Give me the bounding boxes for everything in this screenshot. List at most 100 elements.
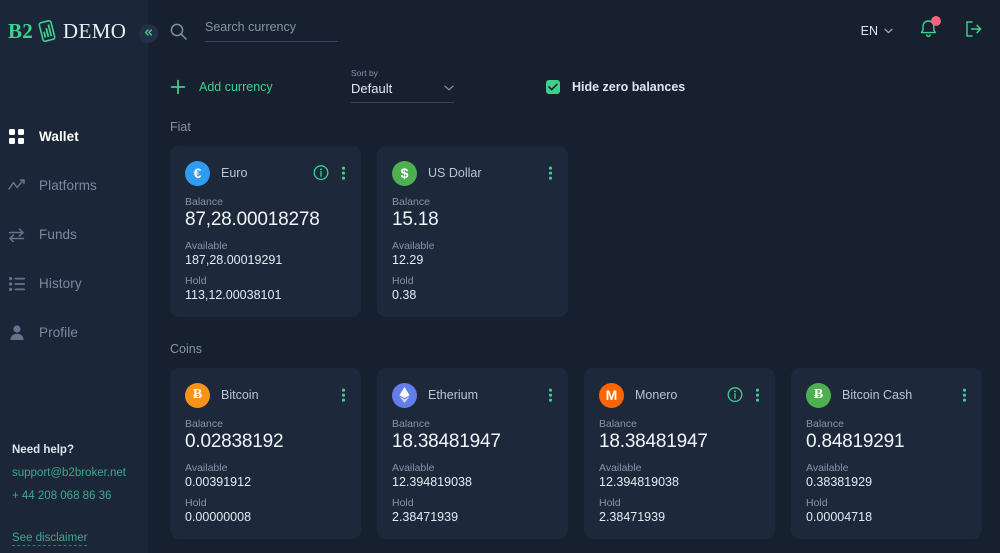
- card-menu-button[interactable]: [753, 387, 762, 404]
- balance-label: Balance: [806, 418, 844, 430]
- sort-by-select[interactable]: Default: [351, 81, 454, 103]
- card-menu-button[interactable]: [339, 387, 348, 404]
- bitcoin-badge-icon: Ƀ: [185, 382, 210, 408]
- language-selector[interactable]: EN: [861, 24, 893, 38]
- available-label: Available: [599, 462, 642, 474]
- balance-label: Balance: [392, 418, 430, 430]
- balance-value: 0.84819291: [806, 431, 905, 452]
- sidebar-item-history[interactable]: History: [0, 259, 148, 308]
- card-menu-button[interactable]: [960, 387, 969, 404]
- hold-label: Hold: [806, 497, 828, 509]
- card-header: Ƀ Bitcoin: [185, 382, 346, 408]
- sidebar-item-wallet[interactable]: Wallet: [0, 112, 148, 161]
- sidebar-item-platforms[interactable]: Platforms: [0, 161, 148, 210]
- balance-value: 15.18: [392, 209, 439, 230]
- hold-label: Hold: [185, 275, 207, 287]
- currency-card-etherium[interactable]: Etherium Balance 18.38481947 Available 1…: [377, 368, 568, 539]
- logout-icon: [964, 19, 984, 44]
- available-value: 0.00391912: [185, 475, 252, 489]
- main-content: EN: [148, 0, 1000, 553]
- add-currency-button[interactable]: Add currency: [170, 79, 273, 95]
- info-icon[interactable]: [727, 387, 743, 403]
- hide-zero-balances-toggle[interactable]: Hide zero balances: [546, 62, 685, 112]
- trend-icon: [8, 177, 25, 194]
- support-email-link[interactable]: support@b2broker.net: [12, 467, 148, 479]
- sidebar-item-label: History: [39, 276, 82, 291]
- available-label: Available: [806, 462, 849, 474]
- help-title: Need help?: [12, 444, 74, 456]
- list-icon: [8, 275, 25, 292]
- us-dollar-badge-icon: $: [392, 160, 417, 186]
- etherium-badge-icon: [392, 382, 417, 408]
- card-menu-button[interactable]: [546, 165, 555, 182]
- available-value: 12.394819038: [599, 475, 679, 489]
- wallet-app: B2 DEMO Wallet Platforms Funds History P…: [0, 0, 1000, 553]
- available-value: 0.38381929: [806, 475, 873, 489]
- sort-by-value: Default: [351, 81, 393, 96]
- info-icon[interactable]: [313, 165, 329, 181]
- search-input[interactable]: [205, 20, 338, 42]
- chevron-down-icon: [444, 83, 454, 94]
- search-box: [170, 20, 338, 42]
- add-currency-label: Add currency: [199, 80, 273, 94]
- sort-by-label: Sort by: [351, 68, 378, 78]
- available-label: Available: [185, 240, 228, 252]
- logout-button[interactable]: [964, 19, 984, 44]
- balance-value: 18.38481947: [599, 431, 708, 452]
- hold-value: 0.00004718: [806, 510, 873, 524]
- hide-zero-label: Hide zero balances: [572, 80, 686, 94]
- currency-name: Monero: [635, 388, 678, 402]
- card-actions: [727, 387, 762, 404]
- available-value: 12.29: [392, 253, 424, 267]
- see-disclaimer-link[interactable]: See disclaimer: [12, 532, 88, 546]
- card-actions: [546, 165, 555, 182]
- currency-card-euro[interactable]: € Euro Balance 87,28.00018278 Available …: [170, 146, 361, 317]
- brand-logo[interactable]: B2 DEMO: [0, 0, 148, 62]
- hold-label: Hold: [392, 275, 414, 287]
- card-menu-button[interactable]: [546, 387, 555, 404]
- balance-value: 18.38481947: [392, 431, 501, 452]
- hide-zero-checkbox[interactable]: [546, 80, 560, 94]
- hold-label: Hold: [185, 497, 207, 509]
- currency-card-monero[interactable]: M Monero Balance 18.38481947 Available 1…: [584, 368, 775, 539]
- hold-value: 2.38471939: [599, 510, 666, 524]
- card-menu-button[interactable]: [339, 165, 348, 182]
- sidebar-collapse-button[interactable]: [139, 24, 158, 43]
- sidebar-nav: Wallet Platforms Funds History Profile: [0, 112, 148, 357]
- hold-value: 0.38: [392, 288, 417, 302]
- currency-name: US Dollar: [428, 166, 482, 180]
- sort-by-dropdown[interactable]: Sort by Default: [351, 68, 454, 103]
- transfer-icon: [8, 226, 25, 243]
- notifications-button[interactable]: [919, 16, 941, 44]
- fiat-card-row: € Euro Balance 87,28.00018278 Available …: [148, 146, 1000, 317]
- currency-name: Bitcoin Cash: [842, 388, 913, 402]
- support-phone[interactable]: + 44 208 068 86 36: [12, 490, 148, 502]
- balance-label: Balance: [185, 418, 223, 430]
- brand-demo-text: DEMO: [62, 18, 127, 43]
- filter-bar: Add currency Sort by Default Hide zero b…: [148, 62, 1000, 112]
- card-actions: [339, 387, 348, 404]
- coins-section: Coins Ƀ Bitcoin Balance 0.02838192 Avail…: [148, 342, 1000, 539]
- sidebar: B2 DEMO Wallet Platforms Funds History P…: [0, 0, 148, 553]
- chevron-down-icon: [884, 26, 893, 36]
- currency-card-us-dollar[interactable]: $ US Dollar Balance 15.18 Available 12.2…: [377, 146, 568, 317]
- check-icon: [548, 78, 558, 96]
- grid-icon: [8, 128, 25, 145]
- available-value: 12.394819038: [392, 475, 472, 489]
- notification-badge: [931, 16, 941, 26]
- plus-icon: [170, 79, 186, 95]
- bitcoin-cash-badge-icon: Ƀ: [806, 382, 831, 408]
- currency-card-bitcoin-cash[interactable]: Ƀ Bitcoin Cash Balance 0.84819291 Availa…: [791, 368, 982, 539]
- section-title-coins: Coins: [170, 342, 202, 356]
- currency-card-bitcoin[interactable]: Ƀ Bitcoin Balance 0.02838192 Available 0…: [170, 368, 361, 539]
- sidebar-item-profile[interactable]: Profile: [0, 308, 148, 357]
- help-block: Need help? support@b2broker.net + 44 208…: [12, 444, 148, 546]
- top-bar: EN: [148, 0, 1000, 62]
- hold-value: 0.00000008: [185, 510, 252, 524]
- chart-tablet-icon: [36, 19, 58, 43]
- balance-value: 87,28.00018278: [185, 209, 320, 230]
- sidebar-item-label: Wallet: [39, 129, 79, 144]
- euro-badge-icon: €: [185, 160, 210, 186]
- sidebar-item-funds[interactable]: Funds: [0, 210, 148, 259]
- card-actions: [313, 165, 348, 182]
